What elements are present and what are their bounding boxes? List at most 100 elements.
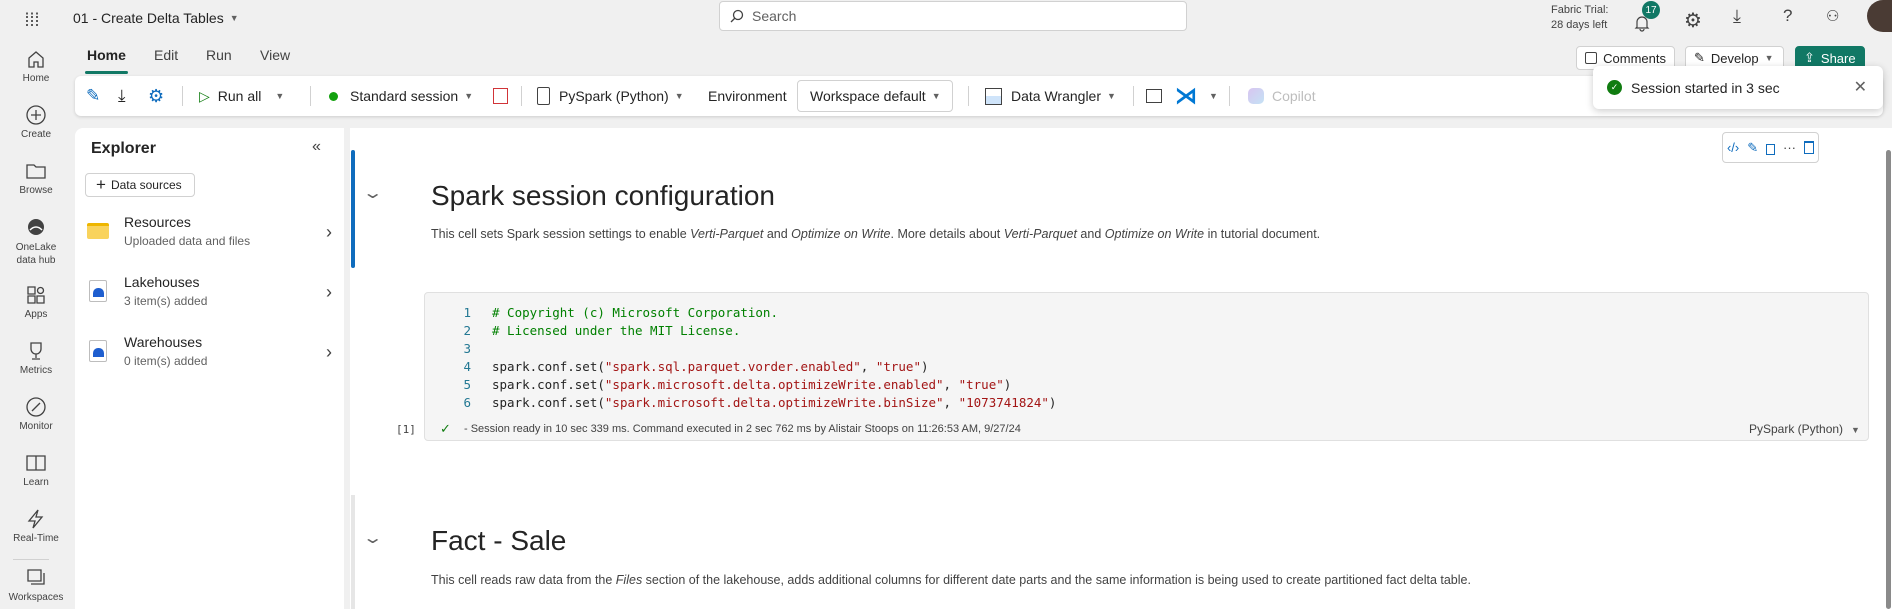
vscode-icon[interactable]: ⋊ — [1175, 76, 1197, 116]
nav-apps[interactable]: Apps — [0, 284, 72, 320]
edit-notebook-icon[interactable]: ✎ — [86, 76, 100, 116]
app-launcher-icon[interactable]: ⁞⁞⁞ — [20, 8, 44, 32]
nav-metrics[interactable]: Metrics — [0, 340, 72, 376]
delete-icon[interactable] — [1803, 141, 1814, 154]
code-line[interactable]: # Licensed under the MIT License. — [492, 323, 740, 338]
line-number: 1 — [463, 305, 471, 320]
nav-onelake[interactable]: OneLake data hub — [0, 216, 72, 267]
run-all-button[interactable]: ▷ Run all ▼ — [199, 76, 284, 116]
tab-edit[interactable]: Edit — [154, 47, 178, 63]
line-number: 4 — [463, 359, 471, 374]
code-line[interactable]: # Copyright (c) Microsoft Corporation. — [492, 305, 778, 320]
chevron-down-icon: ▼ — [229, 13, 239, 23]
cell-description: This cell sets Spark session settings to… — [431, 227, 1321, 241]
monitor-icon — [26, 397, 46, 417]
search-input[interactable]: Search — [719, 1, 1187, 31]
session-dropdown[interactable]: Standard session ▼ — [329, 76, 473, 116]
code-line[interactable]: spark.conf.set("spark.microsoft.delta.op… — [492, 377, 1011, 392]
settings-gear-icon[interactable]: ⚙ — [148, 76, 164, 116]
home-icon — [28, 51, 44, 68]
execution-count: [1] — [396, 423, 416, 436]
data-wrangler-dropdown[interactable]: Data Wrangler ▼ — [985, 76, 1116, 116]
pyspark-icon — [537, 87, 550, 105]
collapse-panel-icon[interactable]: « — [312, 138, 321, 156]
chevron-down-icon[interactable]: ▼ — [1209, 76, 1218, 116]
code-line[interactable]: spark.conf.set("spark.microsoft.delta.op… — [492, 395, 1056, 410]
share-icon: ⇪ — [1804, 50, 1815, 65]
tab-home[interactable]: Home — [85, 47, 128, 74]
folder-icon — [26, 164, 46, 179]
divider — [310, 86, 311, 106]
code-token: # Licensed under the MIT License. — [492, 323, 741, 338]
code-token: "spark.sql.parquet.vorder.enabled" — [604, 359, 861, 374]
download-icon[interactable]: ⤓ — [118, 76, 126, 116]
cell-heading: Fact - Sale — [431, 525, 567, 556]
cell-heading: Spark session configuration — [431, 180, 775, 211]
code-token: "spark.microsoft.delta.optimizeWrite.bin… — [604, 395, 944, 410]
copilot-button[interactable]: Copilot — [1248, 76, 1316, 116]
pencil-icon[interactable]: ✎ — [1747, 140, 1758, 156]
apps-icon — [27, 286, 45, 304]
nav-monitor[interactable]: Monitor — [0, 396, 72, 432]
more-options-icon[interactable]: ··· — [1783, 140, 1796, 155]
explorer-item-resources[interactable]: Resources Uploaded data and files › — [87, 214, 332, 258]
environment-dropdown[interactable]: Workspace default ▼ — [797, 80, 953, 112]
code-token: spark.conf.set( — [492, 395, 605, 410]
line-number: 2 — [463, 323, 471, 338]
plus-circle-icon — [26, 105, 46, 125]
lightning-icon — [27, 509, 44, 529]
focus-mode-icon[interactable] — [1146, 89, 1162, 103]
code-token: ) — [1003, 377, 1012, 392]
line-number: 5 — [463, 377, 471, 392]
folder-icon — [87, 223, 109, 239]
help-icon[interactable]: ? — [1783, 6, 1792, 26]
language-dropdown[interactable]: PySpark (Python) ▼ — [537, 76, 684, 116]
line-number: 3 — [463, 341, 471, 356]
code-token: , — [943, 377, 959, 392]
trial-status[interactable]: Fabric Trial: 28 days left — [1551, 3, 1608, 33]
tab-view[interactable]: View — [260, 47, 290, 63]
success-check-icon: ✓ — [1607, 80, 1622, 95]
chevron-right-icon: › — [326, 222, 332, 242]
data-wrangler-icon — [985, 87, 1002, 105]
divider — [521, 86, 522, 106]
plus-icon: + — [96, 175, 106, 194]
environment-label: Environment — [708, 88, 787, 104]
code-line[interactable]: spark.conf.set("spark.sql.parquet.vorder… — [492, 359, 929, 374]
pencil-icon: ✎ — [1694, 50, 1705, 65]
lock-icon[interactable] — [1766, 144, 1776, 155]
nav-real-time[interactable]: Real-Time — [0, 508, 72, 544]
notebook-title[interactable]: 01 - Create Delta Tables ▼ — [73, 10, 239, 26]
workspaces-icon — [27, 569, 45, 585]
collapse-cell-chevron-icon[interactable]: ⌄ — [362, 528, 383, 548]
explorer-item-lakehouses[interactable]: Lakehouses 3 item(s) added › — [87, 274, 332, 318]
cell-language-dropdown[interactable]: PySpark (Python) ▼ — [1749, 422, 1860, 436]
nav-browse[interactable]: Browse — [0, 160, 72, 196]
close-icon[interactable]: ✕ — [1854, 77, 1867, 97]
cell-description: This cell reads raw data from the Files … — [431, 573, 1471, 587]
avatar[interactable] — [1867, 0, 1892, 32]
settings-gear-icon[interactable]: ⚙ — [1684, 8, 1702, 33]
download-icon[interactable]: ⤓ — [1733, 6, 1741, 27]
search-icon — [730, 9, 744, 23]
nav-home[interactable]: Home — [0, 48, 72, 84]
code-view-icon[interactable]: ‹/› — [1727, 140, 1739, 155]
nav-create[interactable]: Create — [0, 104, 72, 140]
nav-workspaces[interactable]: Workspaces — [0, 567, 72, 603]
cell-toolbar: ‹/› ✎ ··· — [1722, 132, 1819, 163]
code-token: "spark.microsoft.delta.optimizeWrite.ena… — [604, 377, 944, 392]
trophy-icon — [30, 342, 42, 360]
rail-divider — [13, 559, 49, 560]
tab-run[interactable]: Run — [206, 47, 232, 63]
copilot-icon — [1248, 88, 1264, 104]
feedback-icon[interactable]: ⚇ — [1826, 7, 1839, 25]
add-data-sources-button[interactable]: + Data sources — [85, 173, 195, 197]
line-number: 6 — [463, 395, 471, 410]
nav-learn[interactable]: Learn — [0, 452, 72, 488]
explorer-item-warehouses[interactable]: Warehouses 0 item(s) added › — [87, 334, 332, 378]
vertical-scrollbar[interactable] — [1886, 150, 1891, 609]
stop-session-button[interactable] — [493, 88, 508, 104]
cell-border-line — [351, 495, 355, 609]
collapse-cell-chevron-icon[interactable]: ⌄ — [362, 183, 383, 203]
notifications-button[interactable]: 17 — [1630, 1, 1660, 34]
